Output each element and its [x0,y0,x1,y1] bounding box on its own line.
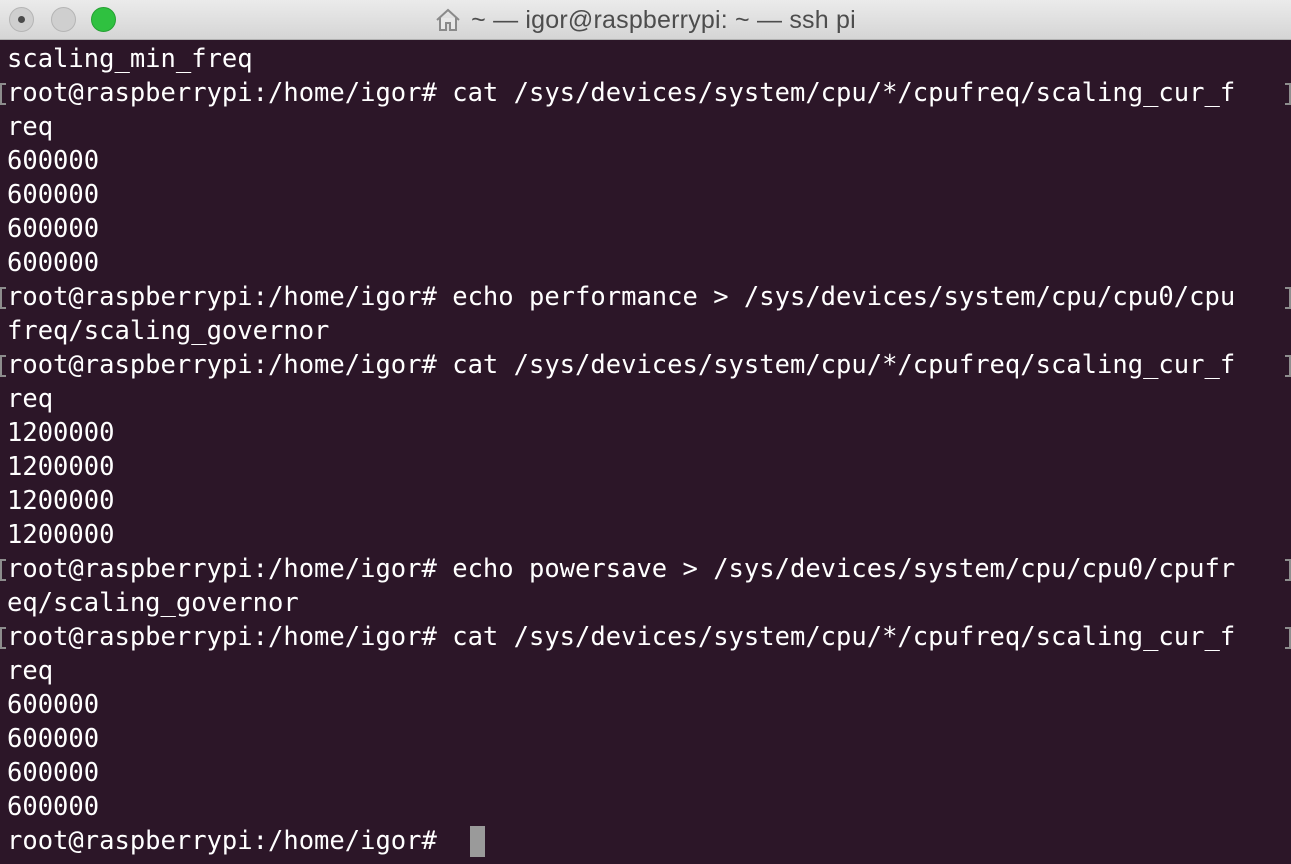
terminal-line: root@raspberrypi:/home/igor# echo perfor… [7,282,1236,312]
mark-bracket-right [1285,83,1291,105]
mark-bracket-left [0,355,6,377]
terminal-line: req [7,112,54,142]
terminal-line: 600000 [7,180,100,210]
terminal-line: 600000 [7,724,100,754]
terminal-line: 1200000 [7,452,115,482]
window-title: ~ — igor@raspberrypi: ~ — ssh pi [471,5,856,34]
title-bar[interactable]: ~ — igor@raspberrypi: ~ — ssh pi [0,0,1291,40]
mark-bracket-left [0,287,6,309]
mark-bracket-left [0,559,6,581]
text-cursor [470,826,485,857]
terminal-line: 1200000 [7,520,115,550]
terminal-line: root@raspberrypi:/home/igor# cat /sys/de… [7,622,1236,652]
terminal-line: 600000 [7,792,100,822]
mark-bracket-left [0,83,6,105]
terminal-line: root@raspberrypi:/home/igor# echo powers… [7,554,1236,584]
terminal-line: root@raspberrypi:/home/igor# cat /sys/de… [7,78,1236,108]
terminal-line: 600000 [7,214,100,244]
terminal-line: req [7,656,54,686]
terminal-line: freq/scaling_governor [7,316,330,346]
mark-bracket-right [1285,355,1291,377]
mark-bracket-right [1285,627,1291,649]
mark-bracket-right [1285,559,1291,581]
terminal-line: req [7,384,54,414]
home-icon [436,8,460,31]
terminal-window: ~ — igor@raspberrypi: ~ — ssh pi scaling… [0,0,1291,864]
terminal-line: 600000 [7,758,100,788]
window-title-container: ~ — igor@raspberrypi: ~ — ssh pi [0,0,1291,40]
terminal-line: root@raspberrypi:/home/igor# cat /sys/de… [7,350,1236,380]
terminal-line: scaling_min_freq [7,44,253,74]
terminal-line: 1200000 [7,418,115,448]
terminal-line: 600000 [7,248,100,278]
mark-bracket-left [0,627,6,649]
terminal-line: 600000 [7,690,100,720]
terminal-line: 1200000 [7,486,115,516]
mark-bracket-right [1285,287,1291,309]
terminal-prompt: root@raspberrypi:/home/igor# [7,826,453,856]
terminal-line: eq/scaling_governor [7,588,299,618]
terminal-line: 600000 [7,146,100,176]
terminal-output[interactable]: scaling_min_freq root@raspberrypi:/home/… [0,40,1291,864]
